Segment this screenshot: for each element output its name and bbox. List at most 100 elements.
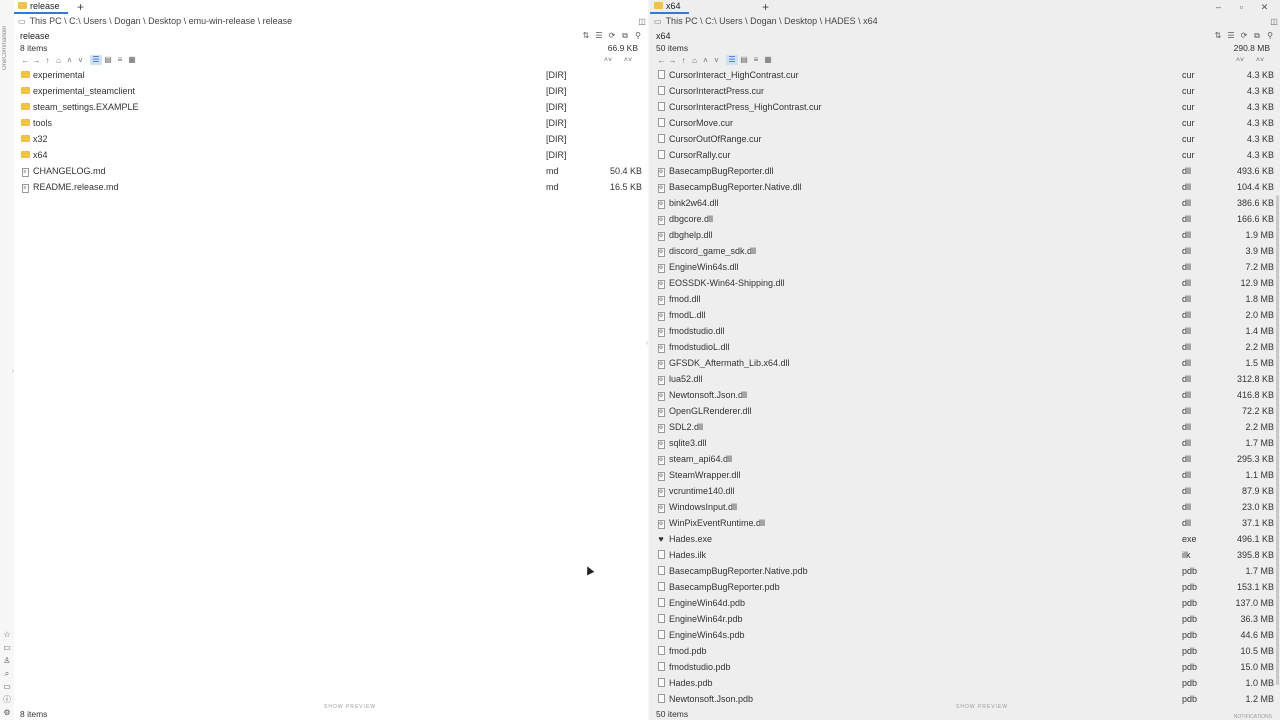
file-row[interactable]: fmod.pdb pdb 10.5 MB [656, 643, 1276, 659]
file-row[interactable]: ⚙ bink2w64.dll dll 386.6 KB [656, 195, 1276, 211]
file-row[interactable]: CursorInteractPress.cur cur 4.3 KB [656, 83, 1276, 99]
monitor-icon[interactable]: ▭ [1, 641, 13, 654]
list-view-icon[interactable]: ≡ [750, 55, 762, 65]
up-icon[interactable]: ↑ [42, 56, 53, 65]
chevron-up-icon[interactable]: ˄ [64, 56, 75, 65]
maximize-button[interactable]: ▫ [1230, 0, 1253, 14]
file-row[interactable]: EngineWin64d.pdb pdb 137.0 MB [656, 595, 1276, 611]
forward-icon[interactable]: → [31, 56, 42, 65]
file-row[interactable]: ⚙ fmodstudio.dll dll 1.4 MB [656, 323, 1276, 339]
file-row[interactable]: ⚙ OpenGLRenderer.dll dll 72.2 KB [656, 403, 1276, 419]
file-row[interactable]: EngineWin64r.pdb pdb 36.3 MB [656, 611, 1276, 627]
left-breadcrumb[interactable]: ▭ This PC \ C:\ Users \ Dogan \ Desktop … [14, 15, 648, 27]
list-icon[interactable]: ☰ [593, 31, 605, 41]
file-row[interactable]: ⚙ vcruntime140.dll dll 87.9 KB [656, 483, 1276, 499]
file-row[interactable]: ⚙ BasecampBugReporter.dll dll 493.6 KB [656, 163, 1276, 179]
show-preview-hint[interactable]: SHOW PREVIEW [324, 704, 376, 710]
file-row[interactable]: ⚙ SteamWrapper.dll dll 1.1 MB [656, 467, 1276, 483]
file-row[interactable]: CursorInteractPress_HighContrast.cur cur 4… [656, 99, 1276, 115]
up-icon[interactable]: ↑ [678, 56, 689, 65]
notifications-link[interactable]: NOTIFICATIONS [1234, 714, 1272, 720]
copy-icon[interactable]: ⧉ [619, 31, 631, 41]
file-row[interactable]: ⚙ GFSDK_Aftermath_Lib.x64.dll dll 1.5 MB [656, 355, 1276, 371]
panel-toggle-icon[interactable]: ◫ [636, 17, 648, 26]
forward-icon[interactable]: → [667, 56, 678, 65]
file-row[interactable]: ≡ README.release.md md 16.5 KB [20, 179, 644, 195]
chevron-down-icon[interactable]: ˅ [711, 56, 722, 65]
file-row[interactable]: ⚙ lua52.dll dll 312.8 KB [656, 371, 1276, 387]
file-row[interactable]: CursorOutOfRange.cur cur 4.3 KB [656, 131, 1276, 147]
file-row[interactable]: tools [DIR] [20, 115, 644, 131]
details-view-icon[interactable]: ☰ [90, 55, 102, 65]
panel-toggle-icon[interactable]: ◫ [1268, 17, 1280, 26]
file-row[interactable]: x32 [DIR] [20, 131, 644, 147]
right-scrollbar[interactable] [1276, 195, 1279, 685]
tiles-view-icon[interactable]: ▤ [738, 55, 750, 65]
show-preview-hint[interactable]: SHOW PREVIEW [956, 704, 1008, 710]
file-row[interactable]: ⚙ Newtonsoft.Json.dll dll 416.8 KB [656, 387, 1276, 403]
collapse-handle[interactable]: › [12, 368, 14, 375]
sort-icon[interactable]: ⇅ [580, 31, 592, 41]
drive-icon[interactable]: ▭ [1, 680, 13, 693]
right-breadcrumb[interactable]: ▭ This PC \ C:\ Users \ Dogan \ Desktop … [650, 15, 1280, 27]
tiles-view-icon[interactable]: ▤ [102, 55, 114, 65]
close-button[interactable]: ✕ [1253, 0, 1276, 14]
grid-view-icon[interactable]: ▦ [126, 55, 138, 65]
file-row[interactable]: CursorMove.cur cur 4.3 KB [656, 115, 1276, 131]
file-row[interactable]: x64 [DIR] [20, 147, 644, 163]
sort-icon[interactable]: ⇅ [1212, 31, 1224, 41]
file-row[interactable]: ≡ CHANGELOG.md md 50.4 KB [20, 163, 644, 179]
file-row[interactable]: Hades.ilk ilk 395.8 KB [656, 547, 1276, 563]
new-tab-button[interactable]: + [74, 0, 88, 14]
minimize-button[interactable]: – [1207, 0, 1230, 14]
history-icon[interactable]: ⌂ [53, 56, 64, 65]
refresh-icon[interactable]: ⟳ [606, 31, 618, 41]
file-row[interactable]: experimental [DIR] [20, 67, 644, 83]
refresh-icon[interactable]: ⟳ [1238, 31, 1250, 41]
file-row[interactable]: ⚙ SDL2.dll dll 2.2 MB [656, 419, 1276, 435]
file-row[interactable]: ⚙ dbgcore.dll dll 166.6 KB [656, 211, 1276, 227]
file-row[interactable]: Hades.pdb pdb 1.0 MB [656, 675, 1276, 691]
file-row[interactable]: ⚙ fmod.dll dll 1.8 MB [656, 291, 1276, 307]
file-row[interactable]: ⚙ EOSSDK-Win64-Shipping.dll dll 12.9 MB [656, 275, 1276, 291]
breadcrumb-path[interactable]: This PC \ C:\ Users \ Dogan \ Desktop \ … [30, 16, 636, 26]
file-row[interactable]: ⚙ WinPixEventRuntime.dll dll 37.1 KB [656, 515, 1276, 531]
details-view-icon[interactable]: ☰ [726, 55, 738, 65]
file-row[interactable]: ⚙ fmodstudioL.dll dll 2.2 MB [656, 339, 1276, 355]
list-view-icon[interactable]: ≡ [114, 55, 126, 65]
history-icon[interactable]: ⌂ [689, 56, 700, 65]
file-row[interactable]: ⚙ fmodL.dll dll 2.0 MB [656, 307, 1276, 323]
file-row[interactable]: steam_settings.EXAMPLE [DIR] [20, 99, 644, 115]
star-icon[interactable]: ☆ [1, 628, 13, 641]
back-icon[interactable]: ← [20, 56, 31, 65]
sort-ext-icon[interactable]: ˄˅ [1230, 57, 1250, 64]
file-row[interactable]: ⚙ BasecampBugReporter.Native.dll dll 104.4 … [656, 179, 1276, 195]
file-row[interactable]: CursorInteract_HighContrast.cur cur 4.3 KB [656, 67, 1276, 83]
pin-icon[interactable]: ⚲ [632, 31, 644, 41]
sort-size-icon[interactable]: ˄˅ [618, 57, 638, 64]
pin-icon[interactable]: ⚲ [1264, 31, 1276, 41]
tab-x64[interactable]: x64 [650, 0, 689, 14]
tab-release[interactable]: release [14, 0, 68, 14]
file-row[interactable]: fmodstudio.pdb pdb 15.0 MB [656, 659, 1276, 675]
back-icon[interactable]: ← [656, 56, 667, 65]
file-row[interactable]: ⚙ EngineWin64s.dll dll 7.2 MB [656, 259, 1276, 275]
sort-size-icon[interactable]: ˄˅ [1250, 57, 1270, 64]
file-row[interactable]: BasecampBugReporter.pdb pdb 153.1 KB [656, 579, 1276, 595]
sort-ext-icon[interactable]: ˄˅ [598, 57, 618, 64]
copy-icon[interactable]: ⧉ [1251, 31, 1263, 41]
file-row[interactable]: EngineWin64s.pdb pdb 44.6 MB [656, 627, 1276, 643]
file-row[interactable]: experimental_steamclient [DIR] [20, 83, 644, 99]
gear-icon[interactable]: ⚙ [1, 706, 13, 719]
info-icon[interactable]: ⓘ [1, 693, 13, 706]
file-row[interactable]: BasecampBugReporter.Native.pdb pdb 1.7 MB [656, 563, 1276, 579]
file-row[interactable]: ⚙ WindowsInput.dll dll 23.0 KB [656, 499, 1276, 515]
user-icon[interactable]: ♙ [1, 654, 13, 667]
collapse-handle[interactable]: ‹ [646, 340, 648, 347]
file-row[interactable]: ♥ Hades.exe exe 496.1 KB [656, 531, 1276, 547]
chevron-down-icon[interactable]: ˅ [75, 56, 86, 65]
search-icon[interactable]: ⌕ [1, 667, 13, 680]
chevron-up-icon[interactable]: ˄ [700, 56, 711, 65]
list-icon[interactable]: ☰ [1225, 31, 1237, 41]
file-row[interactable]: ⚙ discord_game_sdk.dll dll 3.9 MB [656, 243, 1276, 259]
